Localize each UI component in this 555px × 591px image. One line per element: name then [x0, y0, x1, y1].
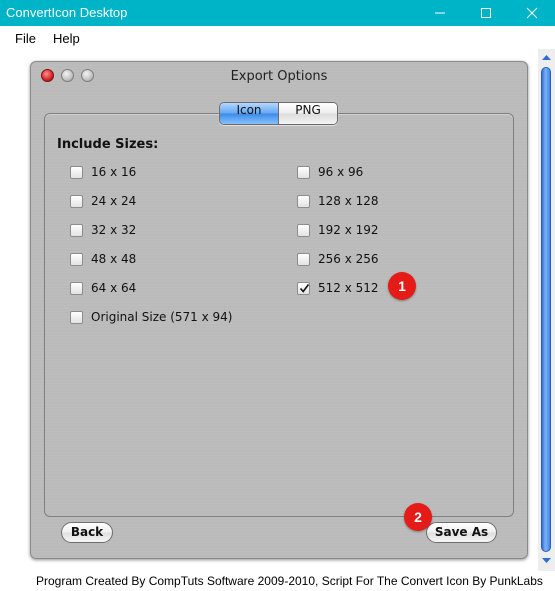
- checkmark-icon: [299, 284, 310, 293]
- size-16-checkbox[interactable]: [70, 166, 83, 179]
- format-segmented-control: Icon PNG: [219, 102, 338, 125]
- app-window: ConvertIcon Desktop File Help Export Opt…: [0, 0, 555, 591]
- size-16-label: 16 x 16: [91, 165, 137, 179]
- size-192-checkbox[interactable]: [297, 224, 310, 237]
- size-48-label: 48 x 48: [91, 252, 137, 266]
- close-icon: [526, 7, 538, 19]
- scroll-up-arrow-icon[interactable]: [540, 51, 553, 64]
- size-128-label: 128 x 128: [318, 194, 379, 208]
- dialog-title: Export Options: [230, 69, 328, 84]
- title-bar[interactable]: ConvertIcon Desktop: [0, 0, 555, 26]
- size-256-checkbox[interactable]: [297, 253, 310, 266]
- size-96-label: 96 x 96: [318, 165, 364, 179]
- size-192-label: 192 x 192: [318, 223, 379, 237]
- vertical-scrollbar[interactable]: [538, 49, 555, 571]
- size-256-label: 256 x 256: [318, 252, 379, 266]
- size-512-checkbox[interactable]: [297, 282, 310, 295]
- size-64-checkbox[interactable]: [70, 282, 83, 295]
- back-button[interactable]: Back: [61, 522, 113, 543]
- close-button[interactable]: [509, 0, 555, 26]
- include-sizes-label: Include Sizes:: [57, 137, 159, 152]
- size-96-checkbox[interactable]: [297, 166, 310, 179]
- footer-credits: Program Created By CompTuts Software 200…: [36, 574, 543, 588]
- menu-file[interactable]: File: [15, 31, 36, 46]
- scrollbar-thumb[interactable]: [541, 67, 551, 552]
- step-badge-2: 2: [404, 503, 432, 531]
- minimize-icon: [435, 12, 445, 14]
- original-size-checkbox[interactable]: [70, 311, 83, 324]
- size-24-checkbox[interactable]: [70, 195, 83, 208]
- step-badge-1: 1: [388, 272, 416, 300]
- minimize-button[interactable]: [417, 0, 463, 26]
- size-24-label: 24 x 24: [91, 194, 137, 208]
- export-options-dialog: Export Options Icon PNG Include Sizes: 1…: [30, 61, 528, 559]
- maximize-icon: [481, 8, 491, 18]
- size-64-label: 64 x 64: [91, 281, 137, 295]
- menu-help[interactable]: Help: [53, 31, 80, 46]
- scroll-down-arrow-icon[interactable]: [540, 554, 553, 567]
- tab-png[interactable]: PNG: [279, 103, 337, 124]
- menu-bar: File Help: [0, 26, 555, 49]
- original-size-label: Original Size (571 x 94): [91, 310, 233, 324]
- tab-icon[interactable]: Icon: [220, 103, 279, 124]
- save-as-button[interactable]: Save As: [426, 522, 497, 543]
- maximize-button[interactable]: [463, 0, 509, 26]
- size-32-checkbox[interactable]: [70, 224, 83, 237]
- size-128-checkbox[interactable]: [297, 195, 310, 208]
- size-512-label: 512 x 512: [318, 281, 379, 295]
- size-48-checkbox[interactable]: [70, 253, 83, 266]
- footer-bar: Program Created By CompTuts Software 200…: [0, 571, 555, 591]
- window-title: ConvertIcon Desktop: [6, 5, 128, 20]
- size-32-label: 32 x 32: [91, 223, 137, 237]
